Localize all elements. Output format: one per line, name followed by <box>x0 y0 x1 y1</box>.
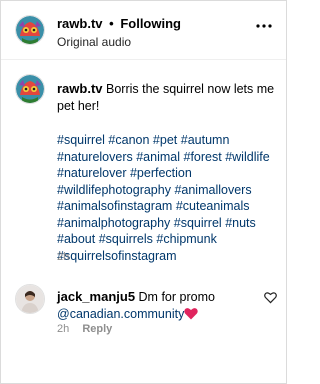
hashtag[interactable]: #canon <box>108 133 149 147</box>
hashtag[interactable]: #perfection <box>130 166 192 180</box>
hashtag[interactable]: #wildlifephotography <box>57 183 171 197</box>
post-panel: rawb.tv • Following Original audio rawb.… <box>0 0 287 384</box>
comment-text: Dm for promo <box>138 290 215 304</box>
comment-body: jack_manju5 Dm for promo @canadian.commu… <box>57 288 262 325</box>
comment-timestamp[interactable]: 2h <box>57 323 69 335</box>
hashtag[interactable]: #squirrel <box>57 133 105 147</box>
comment-mention[interactable]: @canadian.community <box>57 307 184 321</box>
hashtag[interactable]: #forest <box>184 150 222 164</box>
reply-button[interactable]: Reply <box>82 323 112 335</box>
hashtag[interactable]: #naturelover <box>57 166 127 180</box>
caption-username[interactable]: rawb.tv <box>57 81 103 96</box>
hashtag[interactable]: #animal <box>136 150 180 164</box>
post-header: rawb.tv • Following Original audio <box>1 1 286 60</box>
post-username[interactable]: rawb.tv <box>57 16 103 31</box>
hashtag[interactable]: #animalphotography <box>57 216 170 230</box>
avatar[interactable] <box>15 74 45 104</box>
hashtag[interactable]: #naturelovers <box>57 150 133 164</box>
separator-dot: • <box>109 16 114 31</box>
hashtag[interactable]: #squirrelsofinstagram <box>57 249 177 263</box>
hashtag[interactable]: #wildlife <box>225 150 269 164</box>
hashtag[interactable]: #chipmunk <box>156 232 216 246</box>
red-heart-emoji-icon <box>184 307 199 325</box>
audio-link[interactable]: Original audio <box>57 35 131 49</box>
following-button[interactable]: Following <box>120 16 181 31</box>
hashtag-list: #squirrel #canon #pet #autumn #naturelov… <box>57 132 277 264</box>
hashtag[interactable]: #squirrels <box>99 232 153 246</box>
more-horizontal-icon[interactable] <box>256 17 272 33</box>
caption-timestamp[interactable]: 2h <box>57 251 69 263</box>
hashtag[interactable]: #animallovers <box>174 183 251 197</box>
hashtag[interactable]: #pet <box>153 133 177 147</box>
comment-username[interactable]: jack_manju5 <box>57 289 135 304</box>
hashtag[interactable]: #nuts <box>225 216 256 230</box>
caption: rawb.tv Borris the squirrel now lets me … <box>57 81 277 264</box>
avatar[interactable] <box>15 15 45 45</box>
hashtag[interactable]: #autumn <box>181 133 230 147</box>
heart-icon[interactable] <box>264 291 277 304</box>
avatar[interactable] <box>15 284 45 314</box>
hashtag[interactable]: #cuteanimals <box>176 199 250 213</box>
post-author-line: rawb.tv • Following <box>57 16 181 32</box>
hashtag[interactable]: #squirrel <box>174 216 222 230</box>
hashtag[interactable]: #about <box>57 232 95 246</box>
hashtag[interactable]: #animalsofinstagram <box>57 199 172 213</box>
comment-meta: 2h Reply <box>57 323 112 335</box>
